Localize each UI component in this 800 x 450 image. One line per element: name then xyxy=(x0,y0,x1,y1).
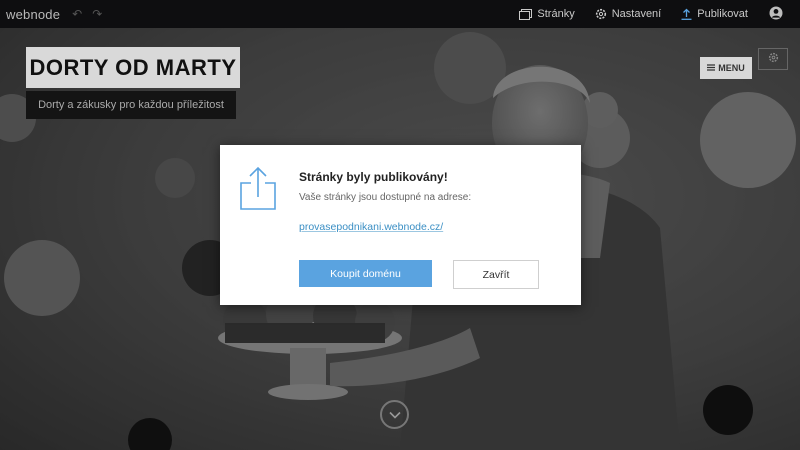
site-title-box[interactable]: DORTY OD MARTY xyxy=(26,47,240,88)
gear-icon xyxy=(768,50,779,68)
undo-redo-group: ↶ ↷ xyxy=(72,7,102,21)
webnode-logo: webnode xyxy=(6,6,61,22)
editor-topbar: webnode ↶ ↷ Stránky Nastavení Publikovat xyxy=(0,0,800,28)
buy-domain-button[interactable]: Koupit doménu xyxy=(299,260,432,287)
pages-label: Stránky xyxy=(537,8,575,20)
hamburger-icon xyxy=(707,63,716,73)
chevron-down-icon xyxy=(388,406,401,424)
close-button[interactable]: Zavřít xyxy=(453,260,539,289)
site-menu-button[interactable]: MENU xyxy=(700,57,752,79)
scroll-down-button[interactable] xyxy=(380,400,409,429)
site-title: DORTY OD MARTY xyxy=(29,54,237,80)
menu-label: MENU xyxy=(718,63,745,73)
dialog-description: Vaše stránky jsou dostupné na adrese: xyxy=(299,192,472,203)
publish-label: Publikovat xyxy=(697,8,748,20)
share-icon xyxy=(239,165,277,216)
gear-icon xyxy=(595,8,607,20)
dialog-title: Stránky byly publikovány! xyxy=(299,170,448,184)
upload-icon xyxy=(681,8,692,20)
undo-icon[interactable]: ↶ xyxy=(72,7,82,21)
pages-icon xyxy=(519,8,533,20)
user-avatar[interactable] xyxy=(762,6,790,23)
site-subtitle[interactable]: Dorty a zákusky pro každou příležitost xyxy=(26,91,236,119)
topbar-nav: Stránky Nastavení Publikovat xyxy=(509,0,800,28)
settings-label: Nastavení xyxy=(611,8,662,20)
settings-button[interactable]: Nastavení xyxy=(585,0,672,28)
section-settings-button[interactable] xyxy=(758,48,788,70)
user-icon xyxy=(769,6,783,23)
publish-button[interactable]: Publikovat xyxy=(671,0,758,28)
pages-button[interactable]: Stránky xyxy=(509,0,584,28)
published-dialog: Stránky byly publikovány! Vaše stránky j… xyxy=(220,145,581,305)
site-url-link[interactable]: provasepodnikani.webnode.cz/ xyxy=(299,221,443,233)
redo-icon[interactable]: ↷ xyxy=(92,7,102,21)
